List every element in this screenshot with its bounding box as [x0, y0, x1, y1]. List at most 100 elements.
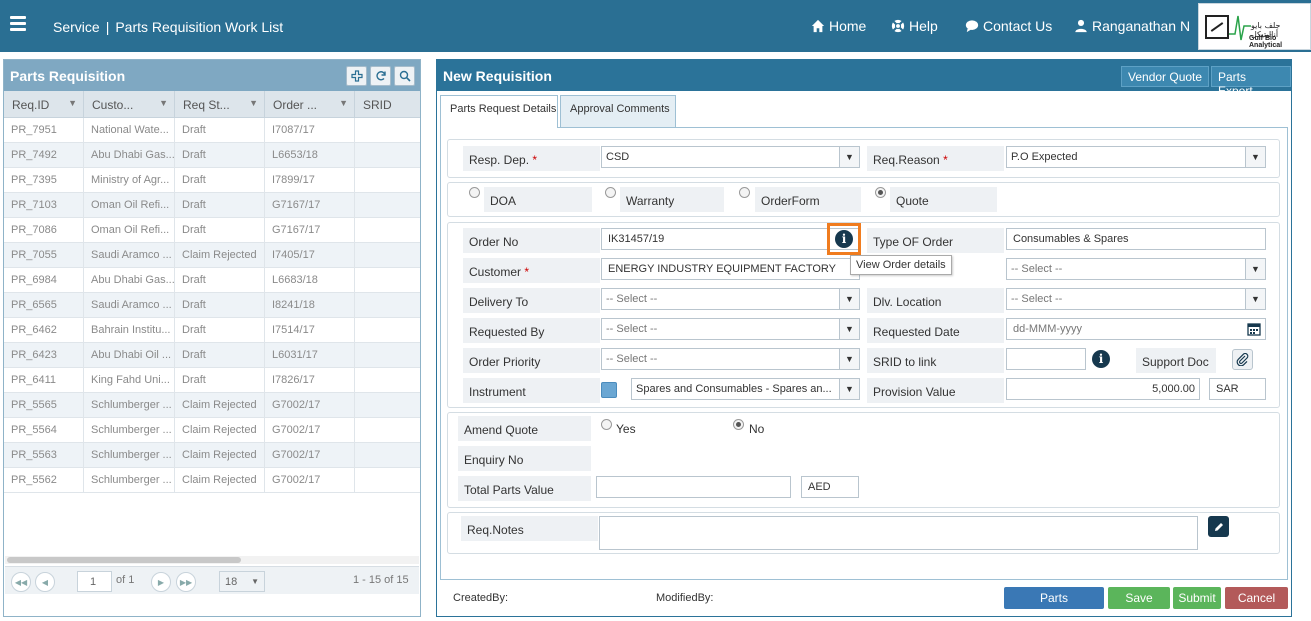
table-row[interactable]: PR_6565 Saudi Aramco ... Draft I8241/18 — [4, 293, 420, 318]
nav-help-link[interactable]: Help — [891, 18, 938, 34]
column-header-req-status[interactable]: Req St... ▼ — [175, 91, 265, 117]
instrument-select[interactable]: Spares and Consumables - Spares an... ▼ — [631, 378, 860, 400]
info-icon[interactable]: i — [835, 230, 853, 248]
radio-amend-no[interactable] — [733, 419, 744, 430]
radio-orderform-label[interactable]: OrderForm — [755, 187, 861, 212]
tab-approval-comments[interactable]: Approval Comments — [560, 95, 676, 127]
cell-customer: Ministry of Agr... — [84, 168, 175, 192]
cell-srid — [355, 218, 410, 242]
cell-req-id: PR_7055 — [4, 243, 84, 267]
user-menu[interactable]: Ranganathan N — [1074, 18, 1190, 34]
table-row[interactable]: PR_7951 National Wate... Draft I7087/17 — [4, 118, 420, 143]
parts-requisition-panel: Parts Requisition Req.ID ▼ Custo... ▼ Req … — [3, 59, 421, 617]
table-row[interactable]: PR_7086 Oman Oil Refi... Draft G7167/17 — [4, 218, 420, 243]
chevron-down-icon[interactable]: ▼ — [68, 98, 77, 108]
provision-value-field[interactable]: 5,000.00 — [1006, 378, 1200, 400]
total-parts-currency-field[interactable]: AED — [801, 476, 859, 498]
order-sub-type-select[interactable]: -- Select -- ▼ — [1006, 258, 1266, 280]
req-notes-field[interactable] — [599, 516, 1198, 550]
table-row[interactable]: PR_5563 Schlumberger ... Claim Rejected G70… — [4, 443, 420, 468]
srid-field[interactable] — [1006, 348, 1086, 370]
table-row[interactable]: PR_5562 Schlumberger ... Claim Rejected G70… — [4, 468, 420, 493]
table-row[interactable]: PR_7055 Saudi Aramco ... Claim Rejected I74… — [4, 243, 420, 268]
radio-doa[interactable] — [469, 187, 480, 198]
page-number-input[interactable]: 1 — [77, 571, 112, 592]
customer-field[interactable]: ENERGY INDUSTRY EQUIPMENT FACTORY — [601, 258, 860, 280]
requested-by-select[interactable]: -- Select -- ▼ — [601, 318, 860, 340]
type-of-order-label: Type OF Order — [867, 228, 1004, 253]
cell-req-status: Draft — [175, 318, 265, 342]
tab-parts-request-details[interactable]: Parts Request Details — [440, 95, 558, 128]
column-header-req-id[interactable]: Req.ID ▼ — [4, 91, 84, 117]
radio-amend-yes-label[interactable]: Yes — [616, 422, 636, 436]
search-button[interactable] — [394, 66, 415, 86]
provision-currency-field[interactable]: SAR — [1209, 378, 1266, 400]
submit-button[interactable]: Submit — [1173, 587, 1221, 609]
parts-button[interactable]: Parts — [1004, 587, 1104, 609]
chevron-down-icon[interactable]: ▼ — [249, 98, 258, 108]
horizontal-scrollbar[interactable] — [5, 556, 419, 564]
refresh-button[interactable] — [370, 66, 391, 86]
requested-date-field[interactable]: dd-MMM-yyyy — [1006, 318, 1266, 340]
table-row[interactable]: PR_6984 Abu Dhabi Gas... Draft L6683/18 — [4, 268, 420, 293]
cell-srid — [355, 393, 410, 417]
cell-srid — [355, 468, 410, 492]
breadcrumb-service[interactable]: Service — [53, 19, 100, 35]
radio-quote-label[interactable]: Quote — [890, 187, 997, 212]
radio-warranty[interactable] — [605, 187, 616, 198]
hamburger-menu-icon[interactable] — [10, 16, 26, 34]
radio-amend-yes[interactable] — [601, 419, 612, 430]
parts-export-button[interactable]: Parts Export — [1211, 66, 1291, 98]
cell-customer: Abu Dhabi Gas... — [84, 268, 175, 292]
radio-doa-label[interactable]: DOA — [484, 187, 592, 212]
total-parts-value-field[interactable] — [596, 476, 791, 498]
order-priority-select[interactable]: -- Select -- ▼ — [601, 348, 860, 370]
cell-customer: Schlumberger ... — [84, 468, 175, 492]
column-header-order[interactable]: Order ... ▼ — [265, 91, 355, 117]
cell-srid — [355, 318, 410, 342]
edit-notes-button[interactable] — [1208, 516, 1229, 537]
table-row[interactable]: PR_7103 Oman Oil Refi... Draft G7167/17 — [4, 193, 420, 218]
table-row[interactable]: PR_6411 King Fahd Uni... Draft I7826/17 — [4, 368, 420, 393]
order-no-field[interactable]: IK31457/19 — [601, 228, 860, 250]
scrollbar-thumb[interactable] — [7, 557, 241, 563]
help-lifebuoy-icon — [891, 19, 905, 33]
cell-srid — [355, 268, 410, 292]
add-button[interactable] — [346, 66, 367, 86]
nav-contact-link[interactable]: Contact Us — [965, 18, 1052, 34]
column-header-srid[interactable]: SRID — [355, 91, 410, 117]
resp-dep-select[interactable]: CSD ▼ — [601, 146, 860, 168]
instrument-checkbox[interactable] — [601, 382, 617, 398]
cell-order: G7167/17 — [265, 218, 355, 242]
radio-warranty-label[interactable]: Warranty — [620, 187, 724, 212]
table-row[interactable]: PR_5565 Schlumberger ... Claim Rejected G70… — [4, 393, 420, 418]
cell-customer: Schlumberger ... — [84, 443, 175, 467]
first-page-icon[interactable]: ◀◀ — [11, 572, 31, 592]
prev-page-icon[interactable]: ◀ — [35, 572, 55, 592]
column-header-customer[interactable]: Custo... ▼ — [84, 91, 175, 117]
next-page-icon[interactable]: ▶ — [151, 572, 171, 592]
chevron-down-icon[interactable]: ▼ — [339, 98, 348, 108]
dlv-location-select[interactable]: -- Select -- ▼ — [1006, 288, 1266, 310]
nav-home-link[interactable]: Home — [811, 18, 866, 34]
page-size-select[interactable]: 18 ▼ — [219, 571, 265, 592]
type-of-order-field[interactable]: Consumables & Spares — [1006, 228, 1266, 250]
cancel-button[interactable]: Cancel — [1225, 587, 1288, 609]
attach-button[interactable] — [1232, 349, 1253, 370]
save-button[interactable]: Save — [1108, 587, 1170, 609]
radio-amend-no-label[interactable]: No — [749, 422, 764, 436]
table-row[interactable]: PR_7395 Ministry of Agr... Draft I7899/17 — [4, 168, 420, 193]
chevron-down-icon[interactable]: ▼ — [159, 98, 168, 108]
radio-quote[interactable] — [875, 187, 886, 198]
table-row[interactable]: PR_6462 Bahrain Institu... Draft I7514/17 — [4, 318, 420, 343]
table-row[interactable]: PR_5564 Schlumberger ... Claim Rejected G70… — [4, 418, 420, 443]
last-page-icon[interactable]: ▶▶ — [176, 572, 196, 592]
table-row[interactable]: PR_6423 Abu Dhabi Oil ... Draft L6031/17 — [4, 343, 420, 368]
srid-info-icon[interactable]: i — [1092, 350, 1110, 368]
calendar-icon[interactable] — [1247, 322, 1261, 336]
req-reason-select[interactable]: P.O Expected ▼ — [1006, 146, 1266, 168]
radio-orderform[interactable] — [739, 187, 750, 198]
vendor-quote-button[interactable]: Vendor Quote — [1121, 66, 1210, 87]
delivery-to-select[interactable]: -- Select -- ▼ — [601, 288, 860, 310]
table-row[interactable]: PR_7492 Abu Dhabi Gas... Draft L6653/18 — [4, 143, 420, 168]
